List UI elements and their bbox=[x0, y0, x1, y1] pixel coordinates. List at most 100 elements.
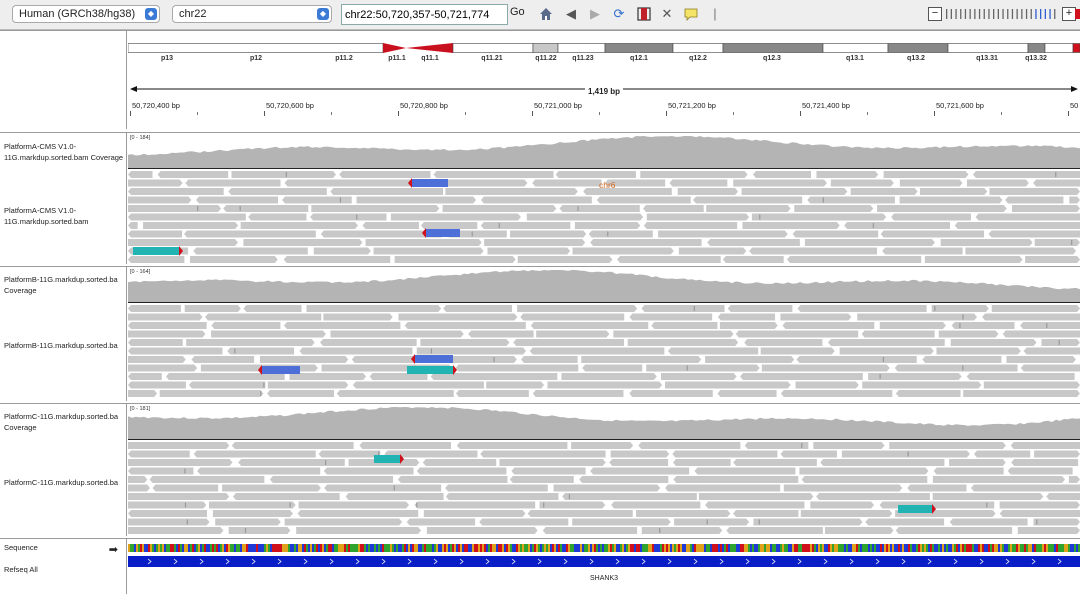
base bbox=[976, 544, 978, 552]
base bbox=[694, 544, 696, 552]
base bbox=[222, 544, 224, 552]
track-label-coverage-b[interactable]: PlatformB-11G.markdup.sorted.ba Coverage bbox=[4, 274, 124, 296]
resize-icon[interactable]: ✕ bbox=[659, 6, 675, 22]
aligned-read bbox=[813, 442, 885, 449]
chromosome-ideogram[interactable] bbox=[128, 43, 1080, 53]
aligned-read bbox=[668, 347, 759, 355]
aligned-read bbox=[983, 381, 1080, 389]
base bbox=[802, 544, 804, 552]
base bbox=[168, 544, 170, 552]
alignment-track-b[interactable] bbox=[128, 304, 1080, 401]
gene-exon bbox=[128, 556, 1080, 567]
zoom-tick bbox=[1030, 9, 1032, 19]
aligned-read bbox=[862, 381, 982, 389]
base bbox=[550, 544, 552, 552]
feature-data[interactable]: SHANK3 bbox=[128, 539, 1080, 594]
toolbar: Human (GRCh38/hg38) ◆ chr22 ◆ Go ◀ ▶ ⟳ ✕… bbox=[0, 0, 1080, 30]
aligned-read bbox=[672, 450, 778, 458]
base bbox=[786, 544, 788, 552]
zoom-out-button[interactable]: − bbox=[928, 7, 942, 21]
back-icon[interactable]: ◀ bbox=[563, 6, 579, 22]
base bbox=[260, 544, 262, 552]
forward-icon[interactable]: ▶ bbox=[587, 6, 603, 22]
aligned-read bbox=[259, 356, 349, 363]
aligned-read bbox=[651, 322, 718, 329]
aligned-read bbox=[780, 313, 852, 321]
track-label-sequence[interactable]: Sequence bbox=[4, 542, 124, 553]
position-label: 50,721,400 bp bbox=[802, 101, 850, 110]
chromosome-select[interactable]: chr22 ◆ bbox=[172, 5, 332, 23]
aligned-read bbox=[442, 205, 557, 212]
coverage-track-c[interactable] bbox=[128, 404, 1080, 440]
alignment-track-c[interactable] bbox=[128, 441, 1080, 536]
aligned-read bbox=[128, 196, 192, 204]
base bbox=[954, 544, 956, 552]
track-data-c[interactable]: [0 - 181] bbox=[128, 404, 1080, 536]
base bbox=[508, 544, 510, 552]
aligned-read bbox=[1020, 322, 1080, 329]
ideogram-band bbox=[532, 43, 559, 53]
sequence-track[interactable] bbox=[128, 544, 1080, 552]
aligned-read bbox=[128, 467, 194, 475]
coverage-track-b[interactable] bbox=[128, 267, 1080, 303]
base bbox=[224, 544, 226, 552]
aligned-read bbox=[698, 493, 814, 500]
track-data-b[interactable]: [0 - 164] bbox=[128, 267, 1080, 401]
track-label-reads-b[interactable]: PlatformB-11G.markdup.sorted.ba bbox=[4, 340, 124, 351]
track-label-reads-c[interactable]: PlatformC-11G.markdup.sorted.ba bbox=[4, 477, 124, 488]
band-label: q11.22 bbox=[535, 55, 557, 62]
track-data-a[interactable]: [0 - 184] chr6 bbox=[128, 133, 1080, 264]
band-label: q11.23 bbox=[572, 55, 594, 62]
genome-select[interactable]: Human (GRCh38/hg38) ◆ bbox=[12, 5, 160, 23]
aligned-read bbox=[820, 459, 945, 466]
coverage-track-a[interactable] bbox=[128, 133, 1080, 169]
base bbox=[684, 544, 686, 552]
track-label-refseq[interactable]: Refseq All bbox=[4, 564, 124, 575]
aligned-read bbox=[211, 330, 326, 338]
aligned-read bbox=[883, 171, 969, 178]
region-of-interest-icon[interactable] bbox=[636, 6, 652, 22]
locus-input[interactable] bbox=[341, 4, 508, 25]
aligned-read bbox=[733, 510, 799, 517]
refseq-gene-track[interactable] bbox=[128, 556, 1080, 568]
base bbox=[542, 544, 544, 552]
base bbox=[164, 544, 166, 552]
go-button[interactable]: Go bbox=[510, 6, 525, 18]
base bbox=[346, 544, 348, 552]
base bbox=[210, 544, 212, 552]
base bbox=[686, 544, 688, 552]
zoom-in-button[interactable]: + bbox=[1062, 7, 1076, 21]
zoom-slider[interactable] bbox=[946, 9, 1058, 19]
track-label-coverage-c[interactable]: PlatformC-11G.markdup.sorted.ba Coverage bbox=[4, 411, 124, 433]
mismatch-mark bbox=[186, 519, 188, 525]
aligned-read bbox=[310, 213, 387, 221]
refresh-icon[interactable]: ⟳ bbox=[611, 6, 627, 22]
mismatch-mark bbox=[184, 468, 186, 474]
track-label-coverage-a[interactable]: PlatformA-CMS V1.0-11G.markdup.sorted.ba… bbox=[4, 141, 124, 163]
mismatch-mark bbox=[607, 231, 609, 237]
base bbox=[534, 544, 536, 552]
ideogram-band bbox=[1072, 43, 1080, 53]
base bbox=[978, 544, 980, 552]
aligned-read bbox=[149, 476, 265, 483]
aligned-read bbox=[128, 442, 230, 449]
base bbox=[1066, 544, 1068, 552]
aligned-read bbox=[232, 493, 340, 500]
aligned-read bbox=[184, 305, 241, 312]
band-label: p12 bbox=[249, 55, 263, 62]
zoom-widget[interactable]: − + bbox=[928, 7, 1076, 21]
base bbox=[332, 544, 334, 552]
base bbox=[804, 544, 806, 552]
base bbox=[610, 544, 612, 552]
base bbox=[748, 544, 750, 552]
base bbox=[500, 544, 502, 552]
track-label-reads-a[interactable]: PlatformA-CMS V1.0-11G.markdup.sorted.ba… bbox=[4, 205, 124, 227]
base bbox=[162, 544, 164, 552]
aligned-read bbox=[128, 356, 186, 363]
home-icon[interactable] bbox=[538, 6, 554, 22]
base bbox=[588, 544, 590, 552]
strand-arrow-icon[interactable]: ➡ bbox=[109, 543, 118, 556]
popup-text-icon[interactable] bbox=[683, 6, 699, 22]
base bbox=[472, 544, 474, 552]
base bbox=[856, 544, 858, 552]
